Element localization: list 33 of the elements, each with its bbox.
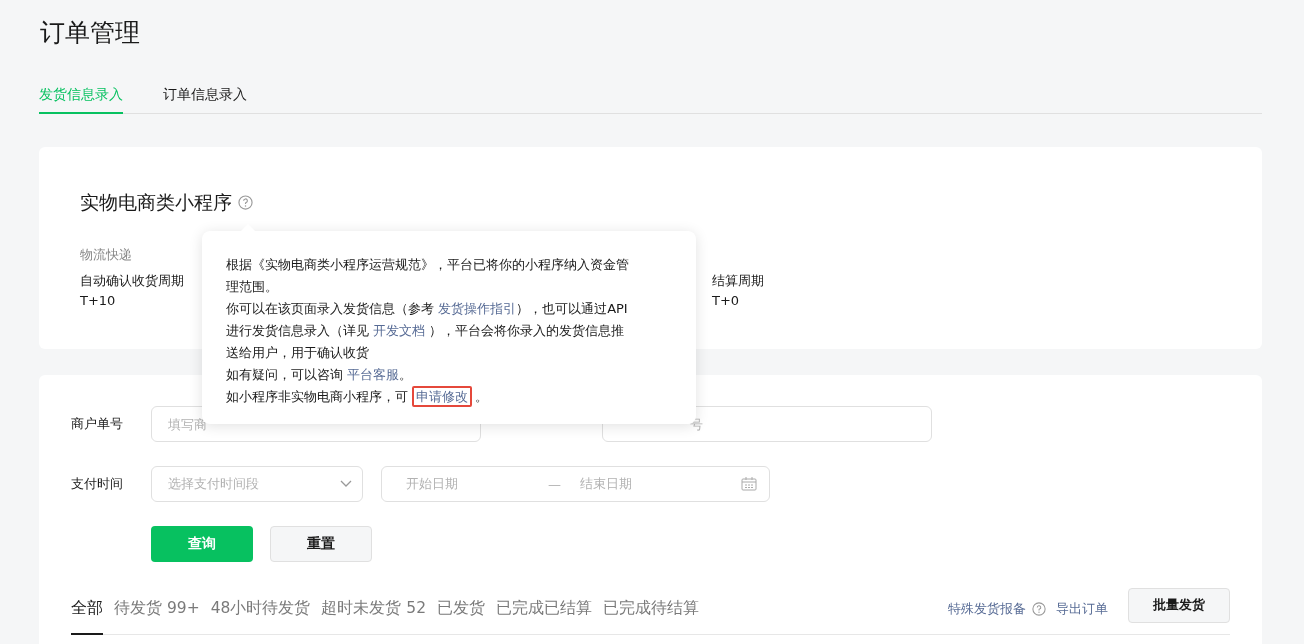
tooltip-paragraph: 根据《实物电商类小程序运营规范》，平台已将你的小程序纳入资金管理范围。 (226, 256, 630, 296)
tooltip-link[interactable]: 平台客服 (347, 367, 400, 382)
info-label: 结算周期 (712, 272, 764, 290)
tooltip-paragraph: 你可以在该页面录入发货信息（参考 发货操作指引），也可以通过API进行发货信息录入（详见 开发文档 ），平台会将你录入的发货信息推送给用户，用于确认收货 (226, 300, 629, 362)
tooltip-link[interactable]: 开发文档 (373, 323, 426, 338)
field-label: 支付时间 (71, 475, 124, 493)
tab[interactable]: 订单信息录入 (163, 78, 247, 114)
help-icon[interactable] (238, 194, 253, 210)
info-value: T+10 (80, 292, 116, 310)
calendar-icon (741, 477, 757, 491)
help-icon[interactable] (1032, 602, 1046, 616)
field-label: 商户单号 (71, 415, 124, 433)
status-tab[interactable]: 超时未发货 52 (321, 584, 427, 635)
section-title: 实物电商类小程序 (80, 190, 232, 215)
page-title: 订单管理 (40, 17, 141, 49)
status-tab[interactable]: 全部 (71, 584, 103, 635)
category-label: 物流快递 (80, 246, 132, 264)
batch-ship-button[interactable]: 批量发货 (1128, 587, 1230, 623)
info-label: 自动确认收货周期 (80, 272, 184, 290)
tooltip-paragraph: 如有疑问，可以咨询 平台客服。 (226, 366, 414, 384)
status-tab[interactable]: 待发货 99+ (114, 584, 200, 635)
chevron-icon (340, 480, 352, 488)
export-link[interactable]: 导出订单 (1056, 600, 1108, 618)
tooltip-link[interactable]: 发货操作指引 (438, 301, 517, 316)
status-tab[interactable]: 48小时待发货 (210, 584, 311, 635)
special-report-link[interactable]: 特殊发货报备 (948, 600, 1026, 618)
tooltip-link[interactable]: 申请修改 (412, 386, 473, 407)
tooltip-paragraph: 如小程序非实物电商小程序，可 申请修改 。 (226, 386, 636, 408)
info-value: T+0 (712, 292, 740, 310)
status-tab[interactable]: 已发货 (437, 584, 486, 635)
reset-button[interactable]: 重置 (270, 526, 372, 562)
status-tab[interactable]: 已完成待结算 (603, 584, 700, 635)
status-tab[interactable]: 已完成已结算 (496, 584, 593, 635)
